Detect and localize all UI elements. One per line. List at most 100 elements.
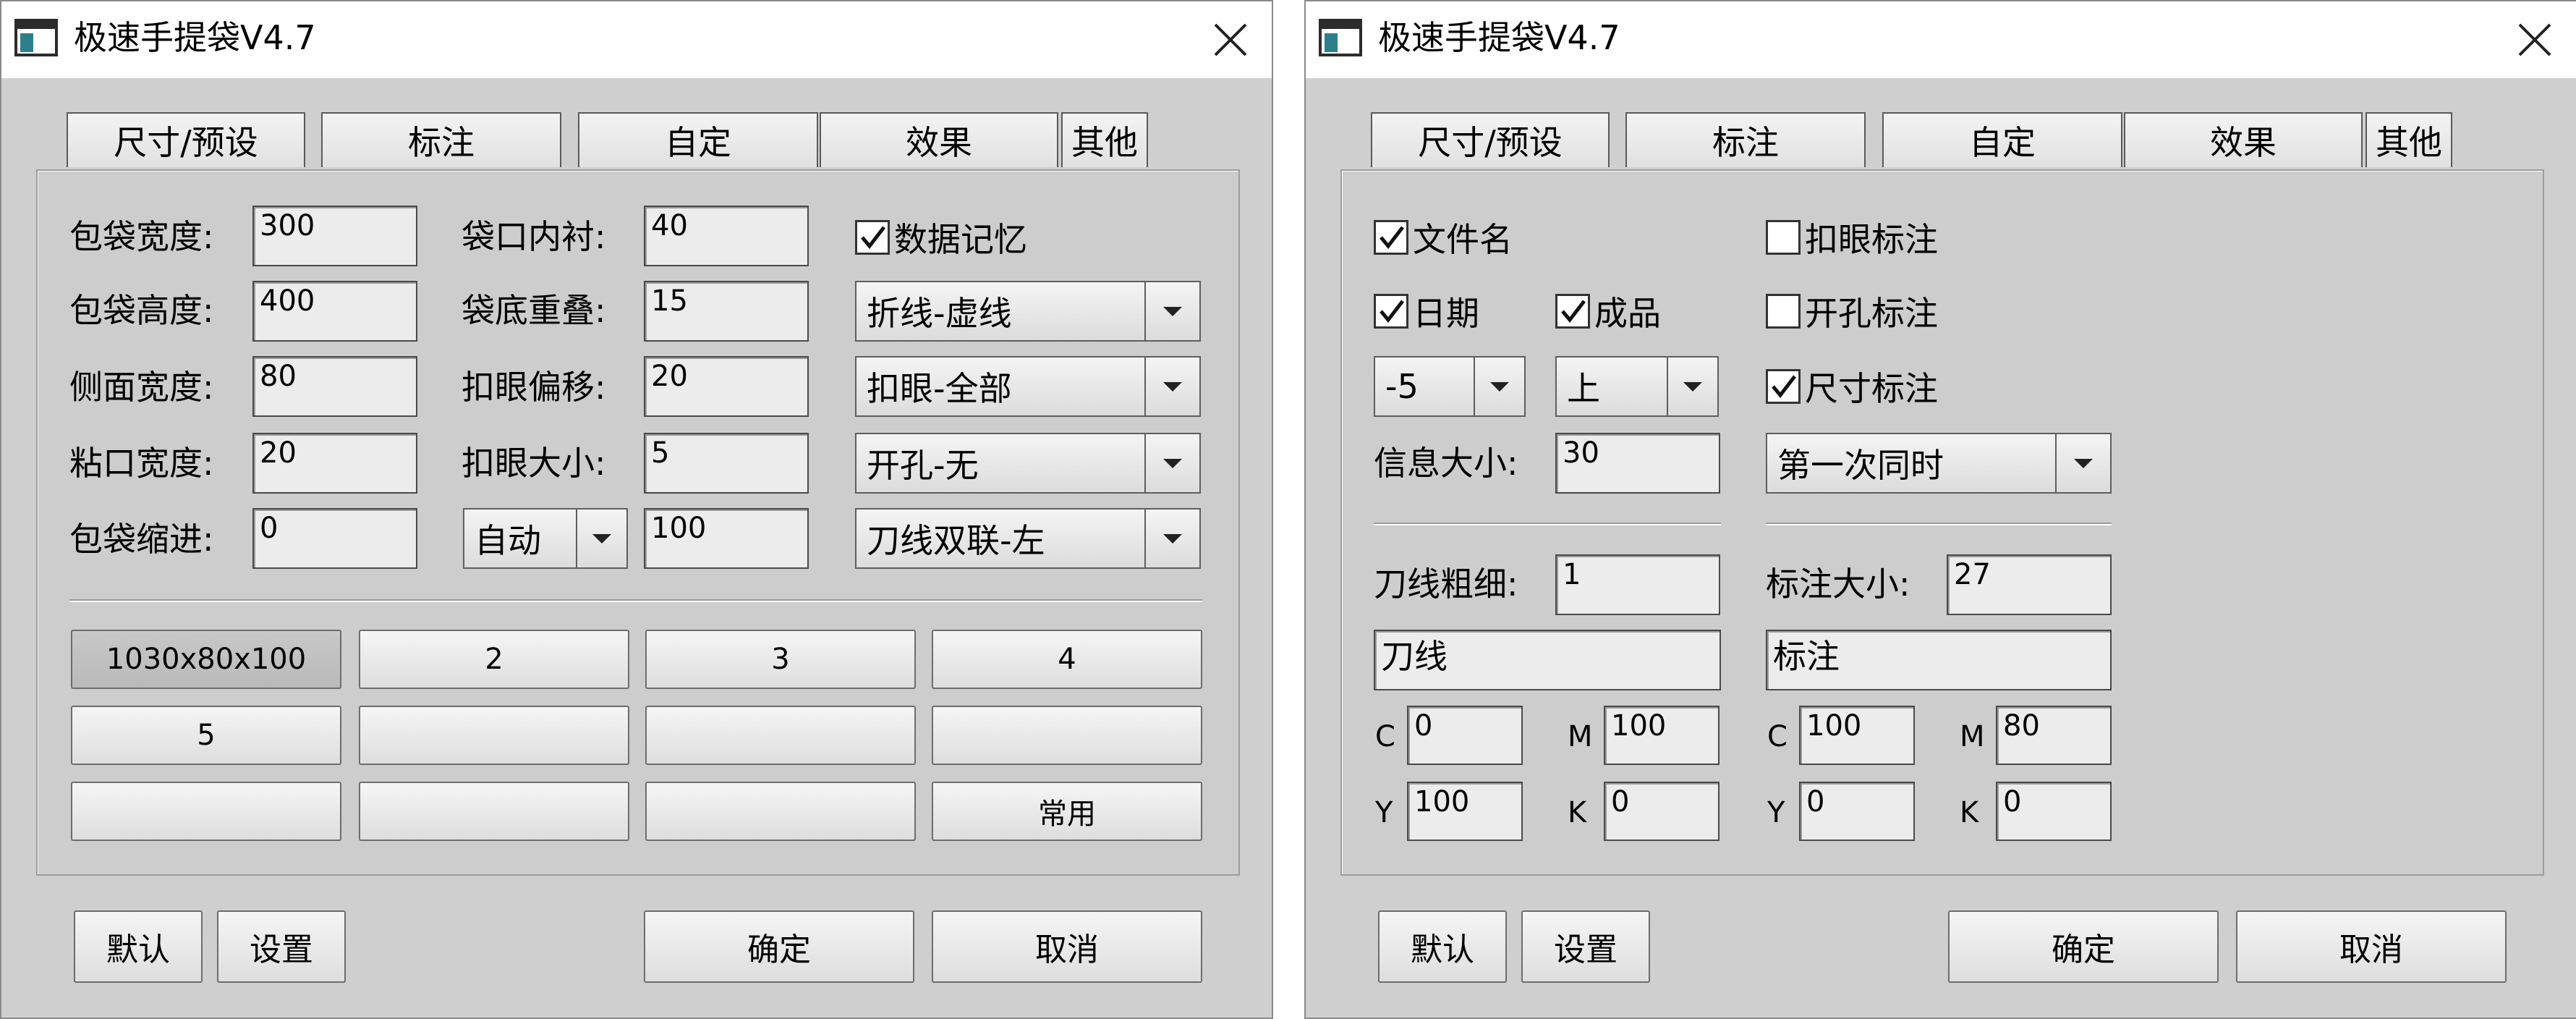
filename-label: 文件名 [1413,220,1513,259]
filename-checkbox[interactable]: 文件名 [1374,216,1513,259]
glue-width-label: 粘口宽度: [69,444,214,483]
checkbox-checked-icon [1555,294,1590,329]
date-checkbox[interactable]: 日期 [1374,289,1479,333]
bag-width-input[interactable]: 300 [252,206,417,266]
close-icon[interactable] [1211,20,1250,59]
tab-custom[interactable]: 自定 [1882,112,2122,167]
data-memory-label: 数据记忆 [894,220,1027,259]
mark-magenta-input[interactable]: 80 [1996,706,2112,765]
eyelet-offset-input[interactable]: 20 [644,356,809,417]
position-select[interactable]: 上 [1555,356,1719,417]
eyelet-mark-label: 扣眼标注 [1805,220,1938,259]
checkbox-checked-icon [855,220,890,255]
knife-cyan-input[interactable]: 0 [1407,706,1523,765]
settings-button[interactable]: 设置 [1521,910,1650,983]
knife-layout-select[interactable]: 刀线双联-左 [855,508,1201,569]
bag-height-label: 包袋高度: [69,291,214,330]
bag-indent-input[interactable]: 0 [252,508,417,569]
size-mark-label: 尺寸标注 [1805,369,1938,408]
preset-button-6[interactable] [359,706,629,765]
size-mark-checkbox[interactable]: 尺寸标注 [1766,365,1938,408]
bag-width-label: 包袋宽度: [69,217,214,256]
mark-size-input[interactable]: 27 [1947,554,2112,615]
timing-value: 第一次同时 [1777,446,1944,485]
glue-width-input[interactable]: 20 [252,433,417,494]
tab-other[interactable]: 其他 [1061,112,1148,167]
checkbox-unchecked-icon [1766,220,1801,255]
tab-annotation[interactable]: 标注 [1625,112,1866,167]
ok-button[interactable]: 确定 [1948,910,2219,983]
title-bar: 极速手提袋V4.7 [1,1,1272,78]
fold-line-select[interactable]: 折线-虚线 [855,281,1201,342]
common-preset-button[interactable]: 常用 [932,782,1202,841]
checkbox-checked-icon [1374,294,1408,329]
preset-button-10[interactable] [359,782,629,841]
info-size-label: 信息大小: [1374,444,1518,483]
eyelet-mark-checkbox[interactable]: 扣眼标注 [1766,216,1938,259]
chevron-down-icon [1667,358,1717,415]
preset-button-2[interactable]: 2 [359,630,629,689]
eyelet-size-input[interactable]: 5 [644,433,809,494]
hole-select[interactable]: 开孔-无 [855,433,1201,494]
tab-other[interactable]: 其他 [2365,112,2452,167]
info-size-input[interactable]: 30 [1555,433,1720,494]
preset-button-3[interactable]: 3 [645,630,916,689]
close-icon[interactable] [2515,20,2554,59]
knife-layer-input[interactable]: 刀线 [1374,630,1721,690]
mark-yellow-input[interactable]: 0 [1799,782,1915,841]
tab-effect[interactable]: 效果 [2124,112,2363,167]
mark-cyan-input[interactable]: 100 [1799,706,1915,765]
auto-value-input[interactable]: 100 [644,508,809,569]
eyelet-offset-label: 扣眼偏移: [462,368,606,407]
preset-button-11[interactable] [645,782,916,841]
bottom-overlap-input[interactable]: 15 [644,281,809,342]
mark-layer-input[interactable]: 标注 [1766,630,2112,690]
tab-size-preset[interactable]: 尺寸/预设 [1371,112,1610,167]
app-icon [1319,19,1362,56]
tab-annotation[interactable]: 标注 [321,112,561,167]
divider [69,599,1202,602]
knife-width-input[interactable]: 1 [1555,554,1720,615]
preset-button-8[interactable] [932,706,1202,765]
mouth-lining-input[interactable]: 40 [644,206,809,266]
settings-button[interactable]: 设置 [217,910,346,983]
cancel-button[interactable]: 取消 [2236,910,2507,983]
knife-black-input[interactable]: 0 [1604,782,1720,841]
tab-effect[interactable]: 效果 [820,112,1058,167]
chevron-down-icon [1144,282,1199,340]
tab-size-preset[interactable]: 尺寸/预设 [67,112,305,167]
side-width-input[interactable]: 80 [252,356,417,417]
preset-button-9[interactable] [71,782,341,841]
cancel-button[interactable]: 取消 [932,910,1202,983]
default-button[interactable]: 默认 [74,910,203,983]
product-checkbox[interactable]: 成品 [1555,289,1661,333]
bag-height-input[interactable]: 400 [252,281,417,342]
knife-yellow-input[interactable]: 100 [1407,782,1523,841]
eyelet-select[interactable]: 扣眼-全部 [855,356,1201,417]
product-label: 成品 [1594,294,1661,333]
preset-button-5[interactable]: 5 [71,706,341,765]
ok-button[interactable]: 确定 [644,910,914,983]
preset-button-7[interactable] [645,706,916,765]
bottom-overlap-label: 袋底重叠: [462,291,606,330]
default-button[interactable]: 默认 [1378,910,1507,983]
knife-magenta-input[interactable]: 100 [1604,706,1720,765]
tab-custom[interactable]: 自定 [578,112,818,167]
checkbox-checked-icon [1374,220,1408,255]
timing-select[interactable]: 第一次同时 [1766,433,2112,494]
mark-black-input[interactable]: 0 [1996,782,2112,841]
hole-mark-checkbox[interactable]: 开孔标注 [1766,289,1938,333]
auto-mode-select[interactable]: 自动 [463,508,628,569]
chevron-down-icon [1474,358,1524,415]
cmyk-k-label: K [1568,796,1587,829]
preset-button-1[interactable]: 1030x80x100 [71,630,341,689]
date-label: 日期 [1413,294,1479,333]
main-dialog-annotation-tab: 极速手提袋V4.7 尺寸/预设 标注 自定 效果 其他 文件名 日期 成品 -5… [1304,0,2576,1019]
mouth-lining-label: 袋口内衬: [462,217,606,256]
hole-mark-label: 开孔标注 [1805,294,1938,333]
data-memory-checkbox[interactable]: 数据记忆 [855,216,1027,259]
preset-button-4[interactable]: 4 [932,630,1202,689]
date-offset-select[interactable]: -5 [1374,356,1526,417]
checkbox-unchecked-icon [1766,294,1801,329]
chevron-down-icon [1144,510,1199,567]
